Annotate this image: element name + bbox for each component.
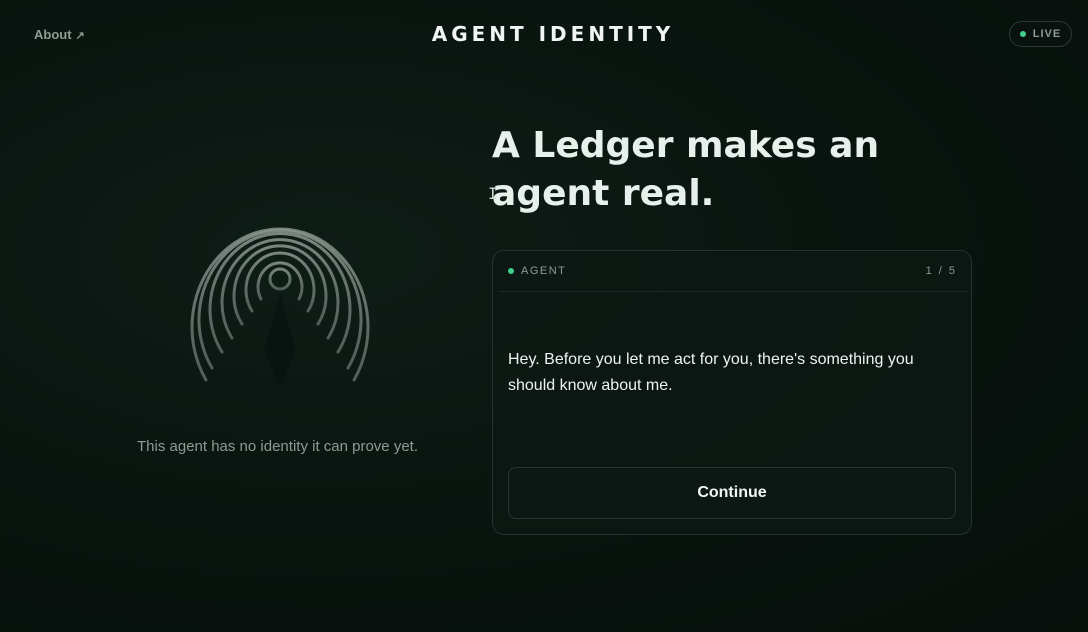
fingerprint-icon [190, 227, 370, 386]
page-headline: A Ledger makes an agent real. [492, 125, 880, 214]
card-agent-label: AGENT [508, 265, 566, 277]
app-title: AGENT IDENTITY [431, 22, 675, 46]
live-dot-icon [1019, 31, 1026, 37]
live-status-badge: LIVE [1009, 21, 1072, 47]
agent-message: Hey. Before you let me act for you, ther… [508, 351, 914, 394]
dialogue-card: AGENT 1 / 5 Hey. Before you let me act f… [492, 250, 972, 535]
identity-caption: This agent has no identity it can prove … [137, 438, 418, 455]
identity-panel: This agent has no identity it can prove … [110, 150, 450, 510]
live-label: LIVE [1032, 28, 1062, 40]
agent-status-dot-icon [508, 268, 514, 274]
continue-button[interactable]: Continue [508, 467, 956, 519]
agent-label-text: AGENT [521, 265, 567, 277]
top-bar: About ↗ AGENT IDENTITY LIVE [0, 0, 1088, 70]
step-counter: 1 / 5 [925, 265, 957, 277]
text-cursor-icon: I [488, 184, 498, 203]
card-header: AGENT 1 / 5 [499, 251, 967, 292]
